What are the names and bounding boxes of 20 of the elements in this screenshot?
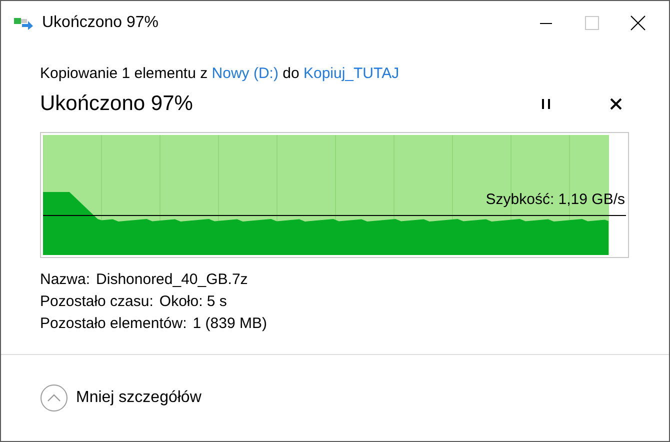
close-icon <box>630 15 646 31</box>
minimize-icon <box>540 22 552 24</box>
window-title: Ukończono 97% <box>42 14 160 32</box>
detail-value: Dishonored_40_GB.7z <box>96 271 248 288</box>
maximize-icon <box>585 16 599 30</box>
copy-description: Kopiowanie 1 elementu z Nowy (D:) do Kopiuj_TUTAJ <box>40 65 400 82</box>
close-icon <box>610 98 622 110</box>
copy-icon <box>14 16 34 30</box>
detail-label: Pozostało elementów: <box>40 315 187 332</box>
detail-label: Nazwa: <box>40 271 90 288</box>
source-link[interactable]: Nowy (D:) <box>212 65 278 82</box>
detail-value: Około: 5 s <box>159 293 227 310</box>
progress-heading: Ukończono 97% <box>40 92 194 116</box>
details-toggle[interactable]: Mniej szczegółów <box>40 384 202 412</box>
destination-link[interactable]: Kopiuj_TUTAJ <box>303 65 400 82</box>
speed-label: Szybkość: 1,19 GB/s <box>486 191 625 208</box>
pause-icon <box>541 98 551 110</box>
detail-value: 1 (839 MB) <box>192 315 267 332</box>
chevron-up-icon <box>40 384 68 412</box>
detail-label: Pozostało czasu: <box>40 293 154 310</box>
